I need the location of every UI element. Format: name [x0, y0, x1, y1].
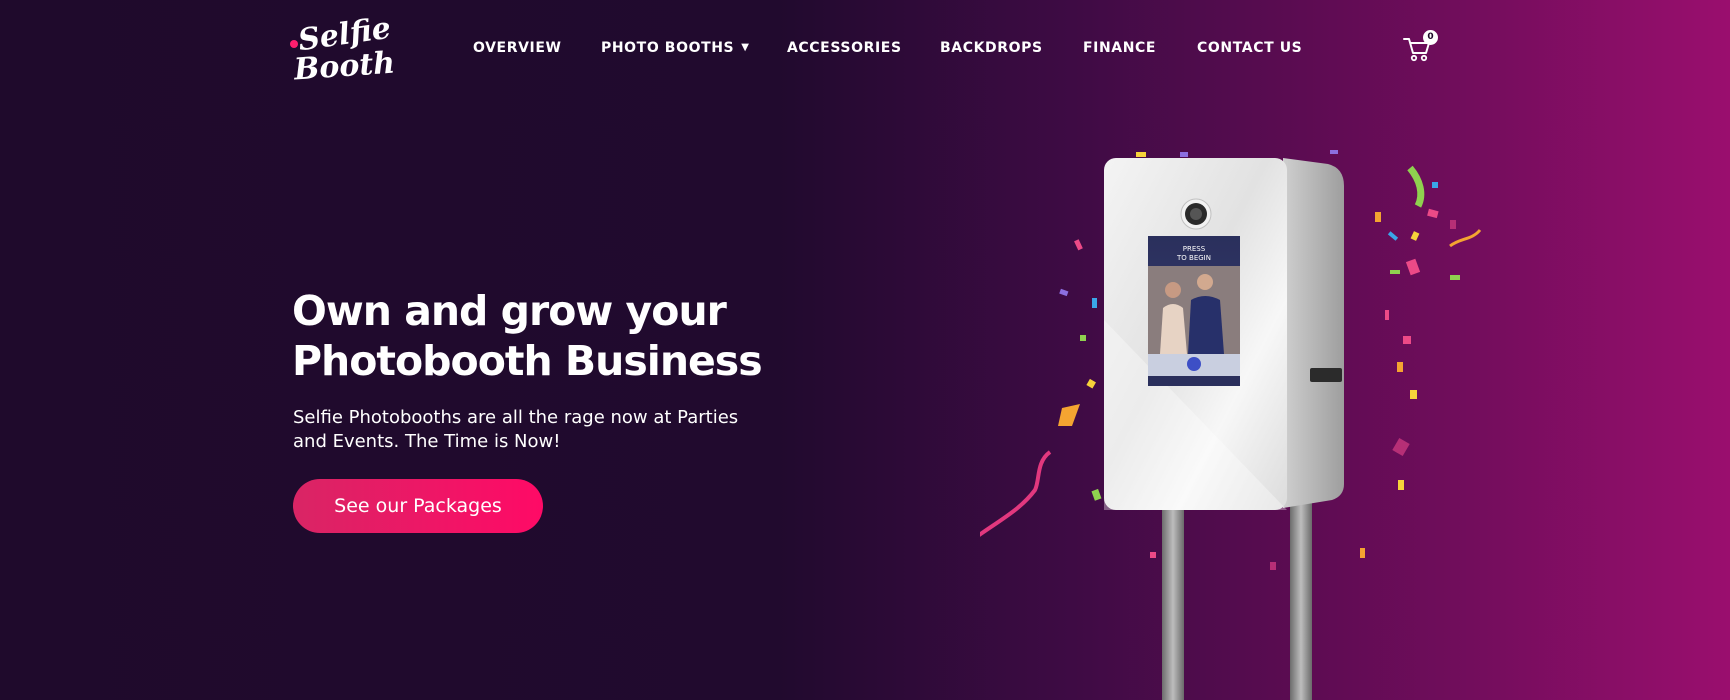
logo-text-line2: Booth — [292, 45, 397, 88]
page: Selfie Booth OVERVIEW PHOTO BOOTHS ▼ ACCE… — [0, 0, 1730, 700]
cart-button[interactable]: 0 — [1402, 30, 1438, 64]
hero-title: Own and grow your Photobooth Business — [292, 286, 812, 386]
cart-count-badge: 0 — [1423, 30, 1438, 45]
nav-item-contact-us[interactable]: CONTACT US — [1197, 40, 1302, 56]
nav-item-overview[interactable]: OVERVIEW — [473, 40, 562, 56]
chevron-down-icon: ▼ — [741, 42, 750, 53]
photo-booth-illustration: PRESS TO BEGIN — [980, 150, 1482, 700]
hero-title-line2: Photobooth Business — [292, 337, 763, 385]
booth-pole-right — [1290, 490, 1312, 700]
nav-item-photo-booths[interactable]: PHOTO BOOTHS ▼ — [601, 40, 750, 56]
see-packages-button[interactable]: See our Packages — [293, 479, 543, 533]
booth-screen-line1: PRESS — [1183, 245, 1206, 253]
nav-item-finance[interactable]: FINANCE — [1083, 40, 1156, 56]
nav-item-accessories[interactable]: ACCESSORIES — [787, 40, 902, 56]
hero-title-line1: Own and grow your — [292, 287, 727, 335]
hero-subtitle: Selfie Photobooths are all the rage now … — [293, 407, 739, 452]
booth-screen: PRESS TO BEGIN — [1148, 236, 1240, 386]
nav-item-backdrops[interactable]: BACKDROPS — [940, 40, 1043, 56]
booth-side — [1283, 158, 1344, 508]
booth-pole-left — [1162, 490, 1184, 700]
booth-slot — [1310, 368, 1342, 382]
nav-item-photo-booths-label: PHOTO BOOTHS — [601, 40, 735, 56]
booth-screen-line2: TO BEGIN — [1176, 254, 1211, 262]
logo-accent-dot — [290, 40, 298, 48]
brand-logo[interactable]: Selfie Booth — [290, 11, 396, 87]
